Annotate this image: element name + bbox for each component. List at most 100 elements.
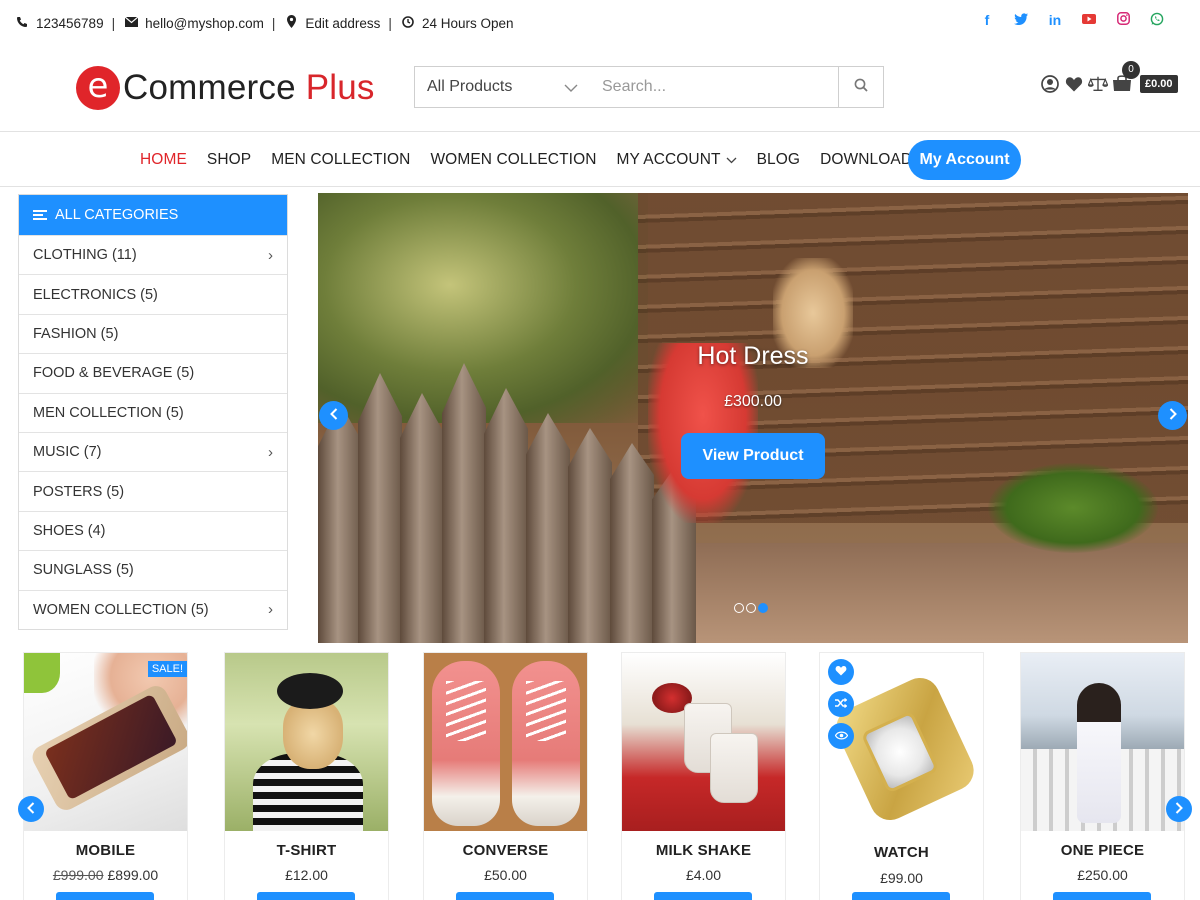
- view-product-button[interactable]: View Product: [681, 433, 825, 479]
- slider-pagination: [734, 603, 768, 613]
- slider-dot[interactable]: [746, 603, 756, 613]
- compare-button[interactable]: [828, 691, 854, 717]
- apple-illustration: [24, 653, 60, 693]
- twitter-icon[interactable]: [1004, 12, 1038, 29]
- category-item-fashion[interactable]: FASHION (5): [19, 313, 287, 353]
- cart-button[interactable]: 0: [1112, 61, 1140, 95]
- slider-next-button[interactable]: [1158, 401, 1187, 430]
- wishlist-heart-button[interactable]: [828, 659, 854, 685]
- youtube-icon[interactable]: [1072, 12, 1106, 29]
- product-image[interactable]: [424, 653, 587, 831]
- logo-mark: e: [76, 66, 120, 110]
- product-card-tshirt[interactable]: T-SHIRT £12.00: [224, 652, 389, 900]
- quick-view-button[interactable]: [828, 723, 854, 749]
- user-icon[interactable]: [1040, 74, 1060, 94]
- category-label: POSTERS (5): [33, 483, 125, 500]
- shuffle-icon: [835, 697, 848, 711]
- category-label: CLOTHING (11): [33, 247, 137, 264]
- logo-text: Commerce Plus: [123, 68, 375, 108]
- chevron-right-icon: [1169, 407, 1177, 425]
- address-text: Edit address: [305, 15, 381, 31]
- slider-dot[interactable]: [734, 603, 744, 613]
- my-account-button[interactable]: My Account: [908, 140, 1021, 180]
- heart-icon: [835, 665, 847, 679]
- product-price: £50.00: [484, 867, 527, 883]
- hours-text: 24 Hours Open: [421, 15, 514, 31]
- nav-item-home[interactable]: HOME: [130, 151, 197, 169]
- nav-item-my-account[interactable]: MY ACCOUNT: [607, 151, 747, 169]
- product-card-one-piece[interactable]: ONE PIECE £250.00: [1020, 652, 1185, 900]
- category-item-music[interactable]: MUSIC (7) ›: [19, 431, 287, 471]
- product-image[interactable]: [225, 653, 388, 831]
- category-item-shoes[interactable]: SHOES (4): [19, 510, 287, 550]
- linkedin-icon[interactable]: in: [1038, 12, 1072, 29]
- address-info[interactable]: Edit address: [283, 15, 380, 31]
- product-name[interactable]: WATCH: [820, 844, 983, 861]
- slide-title: Hot Dress: [697, 342, 809, 370]
- heart-icon[interactable]: [1064, 74, 1084, 94]
- carousel-prev-button[interactable]: [18, 796, 44, 822]
- add-to-cart-button[interactable]: [257, 892, 355, 900]
- category-header[interactable]: ALL CATEGORIES: [19, 195, 287, 235]
- hours-info: 24 Hours Open: [400, 16, 514, 31]
- nav-item-shop[interactable]: SHOP: [197, 151, 261, 169]
- separator: |: [111, 15, 116, 31]
- phone-info[interactable]: 123456789: [14, 16, 104, 31]
- nav-item-blog[interactable]: BLOG: [747, 151, 810, 169]
- category-item-clothing[interactable]: CLOTHING (11) ›: [19, 235, 287, 274]
- site-logo[interactable]: e Commerce Plus: [76, 66, 375, 110]
- separator: |: [388, 15, 392, 31]
- slider-dot-active[interactable]: [758, 603, 768, 613]
- product-image[interactable]: [24, 653, 187, 831]
- category-label: FOOD & BEVERAGE (5): [33, 365, 195, 382]
- category-item-posters[interactable]: POSTERS (5): [19, 471, 287, 510]
- product-name[interactable]: ONE PIECE: [1021, 842, 1184, 859]
- slider-prev-button[interactable]: [319, 401, 348, 430]
- category-item-women-collection[interactable]: WOMEN COLLECTION (5) ›: [19, 589, 287, 629]
- product-card-converse[interactable]: CONVERSE £50.00: [423, 652, 588, 900]
- search-input[interactable]: [590, 67, 838, 107]
- facebook-icon[interactable]: f: [970, 12, 1004, 29]
- phone-number: 123456789: [36, 15, 104, 31]
- product-card-milk-shake[interactable]: MILK SHAKE £4.00: [621, 652, 786, 900]
- nav-item-men-collection[interactable]: MEN COLLECTION: [261, 151, 420, 169]
- whatsapp-icon[interactable]: [1140, 12, 1174, 29]
- add-to-cart-button[interactable]: [852, 892, 950, 900]
- laces-illustration: [526, 681, 566, 741]
- product-image[interactable]: [622, 653, 785, 831]
- laces-illustration: [446, 681, 486, 741]
- product-name[interactable]: MILK SHAKE: [622, 842, 785, 859]
- category-item-men-collection[interactable]: MEN COLLECTION (5): [19, 392, 287, 432]
- product-carousel: SALE! MOBILE £999.00 £899.00 T-SHIRT £12.…: [0, 650, 1200, 900]
- category-item-sunglass[interactable]: SUNGLASS (5): [19, 550, 287, 589]
- add-to-cart-button[interactable]: [56, 892, 154, 900]
- phone-icon: [14, 16, 30, 31]
- product-name[interactable]: CONVERSE: [424, 842, 587, 859]
- category-item-food-beverage[interactable]: FOOD & BEVERAGE (5): [19, 353, 287, 392]
- product-card-watch[interactable]: WATCH £99.00: [819, 652, 984, 900]
- product-card-mobile[interactable]: SALE! MOBILE £999.00 £899.00: [23, 652, 188, 900]
- product-name[interactable]: MOBILE: [24, 842, 187, 859]
- map-marker-icon: [283, 15, 299, 31]
- category-select[interactable]: All Products: [415, 67, 590, 107]
- instagram-icon[interactable]: [1106, 12, 1140, 29]
- search-button[interactable]: [838, 67, 883, 107]
- product-name[interactable]: T-SHIRT: [225, 842, 388, 859]
- carousel-next-button[interactable]: [1166, 796, 1192, 822]
- nav-item-women-collection[interactable]: WOMEN COLLECTION: [420, 151, 606, 169]
- category-label: SUNGLASS (5): [33, 562, 134, 579]
- header-actions: 0 £0.00: [1040, 61, 1178, 95]
- product-image[interactable]: [1021, 653, 1184, 831]
- nav-item-label: MY ACCOUNT: [616, 151, 721, 168]
- compare-scale-icon[interactable]: [1088, 74, 1108, 94]
- divider: [0, 131, 1200, 132]
- add-to-cart-button[interactable]: [456, 892, 554, 900]
- eye-icon: [834, 729, 848, 743]
- product-price: £999.00 £899.00: [24, 867, 187, 883]
- add-to-cart-button[interactable]: [1053, 892, 1151, 900]
- category-item-electronics[interactable]: ELECTRONICS (5): [19, 274, 287, 313]
- cart-total[interactable]: £0.00: [1140, 75, 1178, 93]
- chevron-right-icon: ›: [268, 246, 273, 264]
- email-info[interactable]: hello@myshop.com: [123, 16, 264, 31]
- add-to-cart-button[interactable]: [654, 892, 752, 900]
